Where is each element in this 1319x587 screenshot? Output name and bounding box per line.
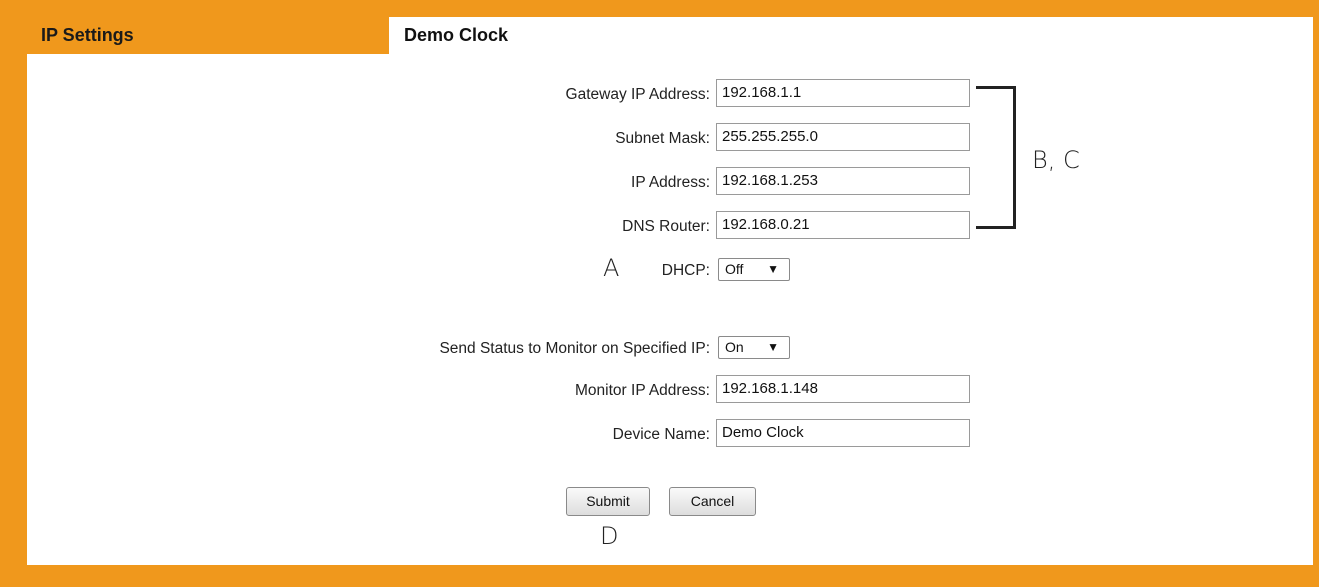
gateway-input[interactable]: 192.168.1.1 — [716, 79, 970, 107]
ip-address-label: IP Address: — [631, 174, 710, 191]
dhcp-select[interactable]: Off ▼ — [718, 258, 790, 281]
gateway-row: Gateway IP Address: 192.168.1.1 — [0, 79, 1319, 109]
device-title: Demo Clock — [404, 25, 509, 45]
ip-address-row: IP Address: 192.168.1.253 — [0, 167, 1319, 197]
submit-button[interactable]: Submit — [566, 487, 650, 516]
dns-input[interactable]: 192.168.0.21 — [716, 211, 970, 239]
monitor-ip-input[interactable]: 192.168.1.148 — [716, 375, 970, 403]
subnet-row: Subnet Mask: 255.255.255.0 — [0, 123, 1319, 153]
annotation-bracket — [976, 86, 1016, 229]
device-name-input[interactable]: Demo Clock — [716, 419, 970, 447]
chevron-down-icon: ▼ — [767, 262, 779, 276]
subnet-label: Subnet Mask: — [615, 130, 710, 147]
annotation-bc: B, C — [1032, 146, 1080, 174]
monitor-ip-row: Monitor IP Address: 192.168.1.148 — [0, 375, 1319, 405]
ip-address-input[interactable]: 192.168.1.253 — [716, 167, 970, 195]
dhcp-selected-value: Off — [725, 261, 744, 277]
send-status-selected-value: On — [725, 339, 744, 355]
dns-label: DNS Router: — [622, 218, 710, 235]
dhcp-label: DHCP: — [661, 262, 710, 279]
gateway-label: Gateway IP Address: — [565, 86, 710, 103]
annotation-a: A — [603, 254, 620, 282]
chevron-down-icon: ▼ — [767, 340, 779, 354]
tab-ip-settings[interactable]: IP Settings — [27, 17, 389, 54]
annotation-d: D — [600, 522, 619, 550]
device-name-label: Device Name: — [612, 426, 710, 443]
send-status-select[interactable]: On ▼ — [718, 336, 790, 359]
dns-row: DNS Router: 192.168.0.21 — [0, 211, 1319, 241]
monitor-ip-label: Monitor IP Address: — [575, 382, 710, 399]
dhcp-row: DHCP: Off ▼ — [0, 255, 1319, 285]
send-status-row: Send Status to Monitor on Specified IP: … — [0, 333, 1319, 363]
send-status-label: Send Status to Monitor on Specified IP: — [439, 340, 710, 357]
cancel-button[interactable]: Cancel — [669, 487, 756, 516]
device-name-row: Device Name: Demo Clock — [0, 419, 1319, 449]
subnet-input[interactable]: 255.255.255.0 — [716, 123, 970, 151]
